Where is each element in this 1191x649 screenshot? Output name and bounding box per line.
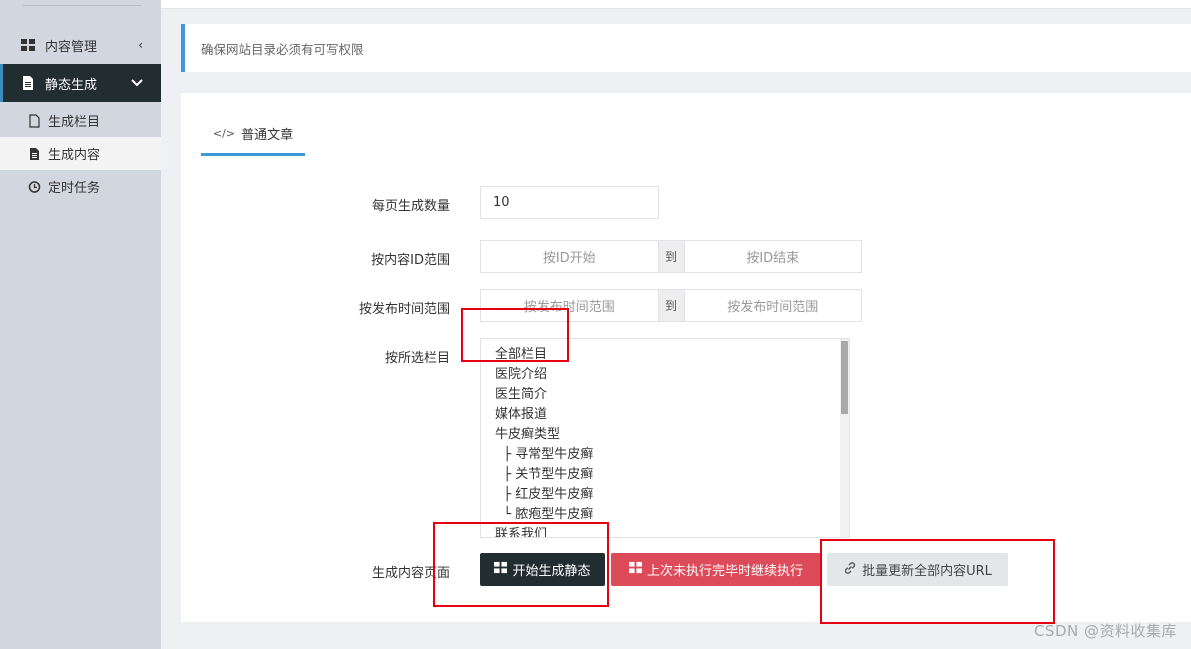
category-option[interactable]: 全部栏目 [495, 345, 593, 365]
menu-static-gen[interactable]: 静态生成 [0, 64, 161, 102]
sidebar-item-scheduled-task[interactable]: 定时任务 [0, 170, 161, 203]
link-icon [843, 561, 857, 579]
id-range-label: 按内容ID范围 [371, 253, 450, 268]
sidebar-item-label: 定时任务 [48, 181, 101, 196]
id-range-group: 按ID开始 到 按ID结束 [480, 240, 862, 273]
grid-icon [21, 38, 35, 52]
sidebar-item-label: 生成栏目 [48, 115, 101, 130]
clock-icon [28, 180, 42, 194]
sidebar-item-gen-category[interactable]: 生成栏目 [0, 104, 161, 137]
category-option[interactable]: 联系我们 [495, 525, 593, 537]
actions-label: 生成内容页面 [371, 566, 450, 581]
per-page-count-input[interactable]: 10 [480, 186, 659, 219]
grid-icon [494, 561, 508, 578]
start-generate-button[interactable]: 开始生成静态 [480, 553, 605, 586]
category-option[interactable]: 医生简介 [495, 385, 593, 405]
category-option[interactable]: ├ 红皮型牛皮癣 [495, 485, 593, 505]
category-multiselect[interactable]: 全部栏目 医院介绍 医生简介 媒体报道 牛皮癣类型 ├ 寻常型牛皮癣 ├ 关节型牛皮癣 … [480, 338, 850, 538]
count-label: 每页生成数量 [371, 199, 450, 214]
time-range-separator: 到 [658, 289, 684, 322]
menu-static-gen-label: 静态生成 [45, 77, 98, 93]
id-range-separator: 到 [658, 240, 684, 273]
file-text-icon [28, 147, 42, 161]
update-url-button[interactable]: 批量更新全部内容URL [827, 553, 1008, 586]
sidebar-item-label: 生成内容 [48, 148, 101, 163]
category-option[interactable]: 牛皮癣类型 [495, 425, 593, 445]
start-generate-label: 开始生成静态 [512, 564, 591, 579]
category-option[interactable]: ├ 寻常型牛皮癣 [495, 445, 593, 465]
category-label: 按所选栏目 [384, 351, 450, 366]
sidebar-item-gen-content[interactable]: 生成内容 [0, 137, 161, 170]
time-range-label: 按发布时间范围 [358, 302, 450, 317]
time-start-input[interactable]: 按发布时间范围 [480, 289, 659, 322]
category-options: 全部栏目 医院介绍 医生简介 媒体报道 牛皮癣类型 ├ 寻常型牛皮癣 ├ 关节型牛皮癣 … [495, 345, 593, 537]
menu-content-manage[interactable]: 内容管理 ‹ [0, 27, 161, 63]
time-end-placeholder: 按发布时间范围 [727, 300, 819, 315]
chevron-left-icon: ‹ [138, 38, 143, 52]
code-icon: </> [212, 126, 236, 140]
category-option[interactable]: └ 脓疱型牛皮癣 [495, 505, 593, 525]
update-url-label: 批量更新全部内容URL [862, 564, 992, 579]
tab-label: 普通文章 [241, 127, 294, 143]
watermark: CSDN @资料收集库 [1033, 622, 1177, 640]
category-option[interactable]: ├ 关节型牛皮癣 [495, 465, 593, 485]
id-end-placeholder: 按ID结束 [746, 251, 800, 266]
chevron-down-icon [131, 76, 143, 90]
category-option[interactable]: 媒体报道 [495, 405, 593, 425]
category-option[interactable]: 医院介绍 [495, 365, 593, 385]
continue-generate-button[interactable]: 上次未执行完毕时继续执行 [611, 553, 821, 586]
menu-content-manage-label: 内容管理 [45, 39, 98, 55]
file-outline-icon [28, 113, 42, 128]
tab-normal-article[interactable]: </> 普通文章 [201, 113, 305, 156]
sidebar-divider [23, 0, 141, 6]
id-end-input[interactable]: 按ID结束 [683, 240, 862, 273]
main-card: </> 普通文章 每页生成数量 10 按内容ID范围 按ID开始 到 按ID结束… [181, 93, 1191, 622]
permission-alert: 确保网站目录必须有可写权限 [181, 24, 1191, 72]
id-start-placeholder: 按ID开始 [542, 251, 596, 266]
scrollbar-thumb[interactable] [841, 341, 848, 414]
document-icon [21, 76, 35, 90]
continue-generate-label: 上次未执行完毕时继续执行 [646, 564, 803, 579]
count-value: 10 [493, 195, 510, 210]
time-start-placeholder: 按发布时间范围 [523, 300, 615, 315]
list-scrollbar[interactable] [840, 339, 849, 537]
grid-icon [628, 561, 642, 578]
alert-text: 确保网站目录必须有可写权限 [201, 41, 364, 57]
time-end-input[interactable]: 按发布时间范围 [683, 289, 862, 322]
id-start-input[interactable]: 按ID开始 [480, 240, 659, 273]
time-range-group: 按发布时间范围 到 按发布时间范围 [480, 289, 862, 322]
top-band [161, 0, 1191, 9]
sidebar: 内容管理 ‹ 静态生成 生成栏目 生成内容 定时任务 [0, 0, 161, 649]
